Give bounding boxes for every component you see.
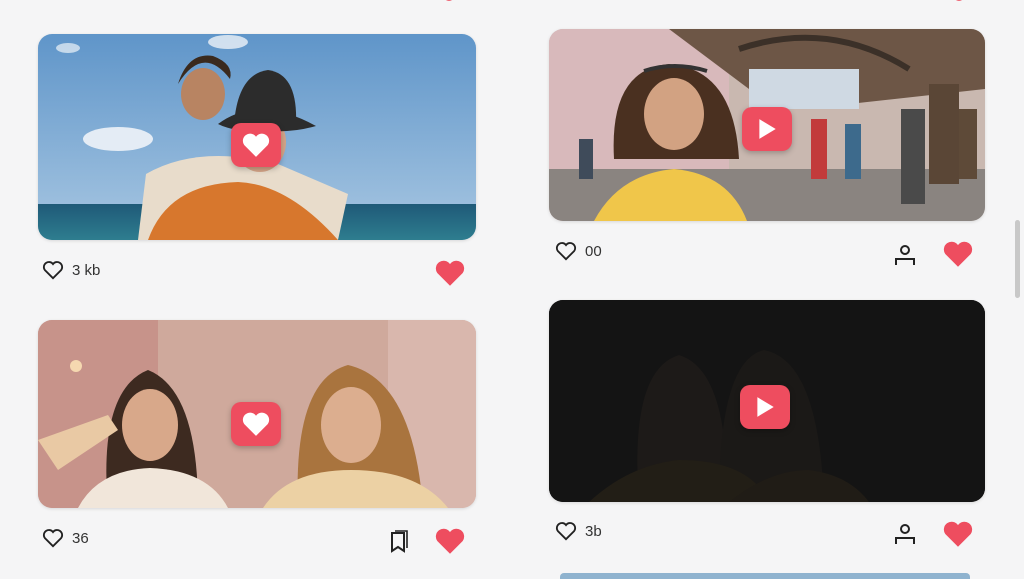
heart-outline-icon[interactable] — [555, 521, 577, 541]
heart-outline-icon[interactable] — [42, 260, 64, 280]
post-card-1[interactable] — [38, 34, 476, 240]
post-card-2[interactable] — [549, 29, 985, 221]
play-icon[interactable] — [740, 385, 790, 429]
heart-outline-icon[interactable] — [555, 241, 577, 261]
user-icon[interactable] — [893, 243, 917, 267]
bookmark-icon[interactable] — [388, 530, 410, 554]
post-3-likes: 36 — [42, 528, 89, 548]
heart-filled-icon[interactable] — [438, 0, 460, 6]
heart-filled-icon[interactable] — [434, 259, 466, 287]
post-card-4[interactable] — [549, 300, 985, 502]
next-post-peek — [560, 573, 970, 579]
heart-outline-icon[interactable] — [42, 528, 64, 548]
heart-filled-icon[interactable] — [948, 0, 970, 6]
post-card-3[interactable] — [38, 320, 476, 508]
like-count: 3b — [585, 522, 602, 540]
like-count: 3 kb — [72, 261, 101, 279]
heart-badge-icon — [231, 123, 281, 167]
post-2-likes: 00 — [555, 241, 602, 261]
heart-filled-icon[interactable] — [434, 527, 466, 555]
heart-badge-icon — [231, 402, 281, 446]
heart-filled-icon[interactable] — [942, 520, 974, 548]
heart-filled-icon[interactable] — [942, 240, 974, 268]
like-count: 00 — [585, 242, 602, 260]
scrollbar[interactable] — [1015, 220, 1020, 298]
play-icon[interactable] — [742, 107, 792, 151]
post-1-likes: 3 kb — [42, 260, 100, 280]
post-4-likes: 3b — [555, 521, 602, 541]
like-count: 36 — [72, 529, 89, 547]
user-icon[interactable] — [893, 522, 917, 546]
